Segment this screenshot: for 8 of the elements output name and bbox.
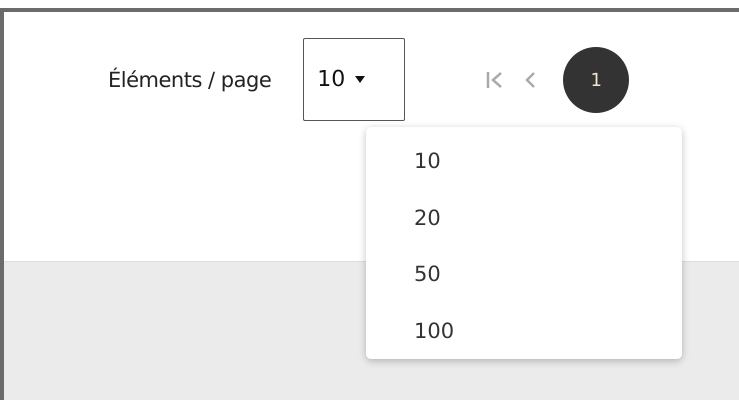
caret-icon	[355, 76, 366, 83]
menu-item[interactable]: 10	[366, 133, 682, 190]
menu-item[interactable]: 100	[366, 302, 682, 359]
menu-item[interactable]: 20	[366, 190, 682, 246]
items-per-page-label: Éléments / page	[108, 68, 272, 92]
current-page-button[interactable]: 1	[563, 47, 630, 113]
menu-item[interactable]: 50	[366, 246, 682, 302]
page-size-select[interactable]: 10	[303, 38, 406, 121]
